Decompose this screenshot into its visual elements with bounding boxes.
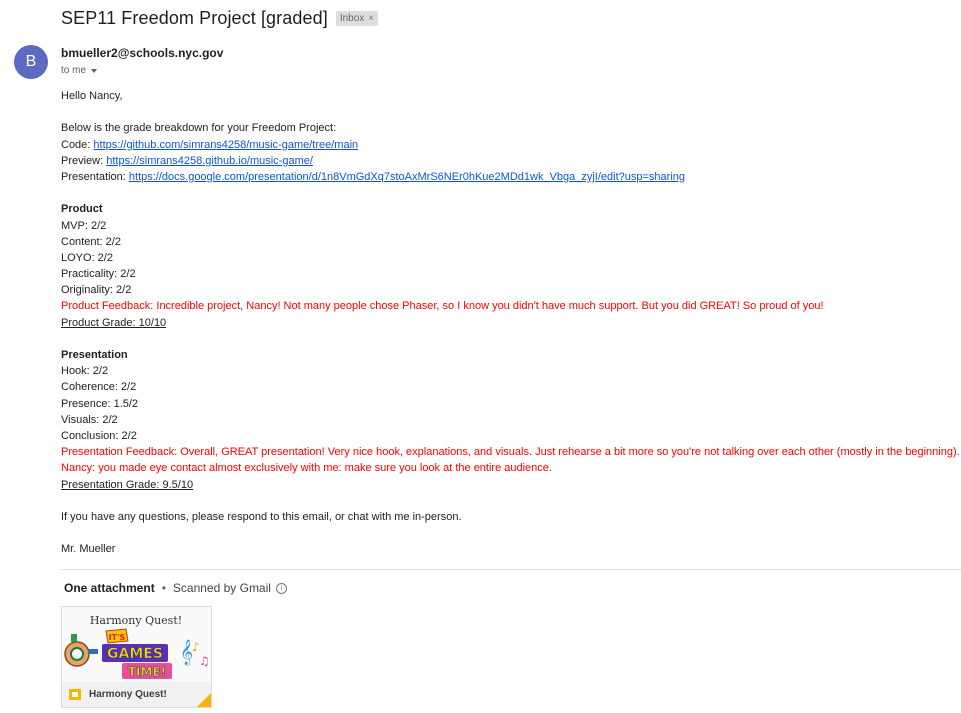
sender-address[interactable]: bmueller2@schools.nyc.gov xyxy=(61,46,223,60)
closing-text: If you have any questions, please respon… xyxy=(61,510,462,523)
product-item-mvp: MVP: 2/2 xyxy=(61,219,107,232)
preview-link[interactable]: https://simrans4258.github.io/music-game… xyxy=(106,155,313,167)
signature: Mr. Mueller xyxy=(61,543,116,556)
sender-avatar[interactable]: B xyxy=(14,45,48,79)
recipient-text: to me xyxy=(61,65,87,76)
attachment-header: One attachment • Scanned by Gmail i xyxy=(64,581,287,595)
presentation-item-coherence: Coherence: 2/2 xyxy=(61,381,137,394)
presentation-feedback-2: Nancy: you made eye contact almost exclu… xyxy=(61,462,552,475)
attachment-divider xyxy=(61,569,961,570)
presentation-link-line: Presentation: https://docs.google.com/pr… xyxy=(61,169,956,185)
inbox-label[interactable]: Inbox × xyxy=(335,11,379,26)
attachment-preview-image: Harmony Quest! IT'S GAMES TIME! 𝄞 ♪ ♫ xyxy=(62,607,211,682)
presentation-item-presence: Presence: 1.5/2 xyxy=(61,397,139,410)
product-item-content: Content: 2/2 xyxy=(61,235,121,248)
slides-icon xyxy=(69,689,81,700)
svg-text:♫: ♫ xyxy=(199,654,210,668)
presentation-heading: Presentation xyxy=(61,349,128,361)
recipient-details[interactable]: to me xyxy=(61,65,98,76)
attachment-thumbnail[interactable]: Harmony Quest! IT'S GAMES TIME! 𝄞 ♪ ♫ Ha… xyxy=(61,606,212,708)
email-subject: SEP11 Freedom Project [graded] xyxy=(61,7,328,28)
inbox-label-text: Inbox xyxy=(339,13,365,24)
game-title-art: Harmony Quest! IT'S GAMES TIME! 𝄞 ♪ ♫ xyxy=(62,607,211,682)
email-subject-row: SEP11 Freedom Project [graded] Inbox × xyxy=(61,6,379,30)
email-body: Hello Nancy, Below is the grade breakdow… xyxy=(61,88,960,557)
code-label: Code: xyxy=(61,138,91,151)
show-details-icon[interactable] xyxy=(91,68,98,73)
preview-label: Preview: xyxy=(61,154,104,167)
svg-text:♪: ♪ xyxy=(192,640,200,654)
product-grade: Product Grade: 10/10 xyxy=(61,316,167,329)
presentation-item-conclusion: Conclusion: 2/2 xyxy=(61,429,137,442)
separator-dot: • xyxy=(161,581,166,595)
attachment-footer: Harmony Quest! xyxy=(62,682,211,707)
thumb-banner-2: GAMES xyxy=(107,646,163,662)
product-item-originality: Originality: 2/2 xyxy=(61,284,132,297)
product-item-practicality: Practicality: 2/2 xyxy=(61,268,136,281)
scan-note: Scanned by Gmail xyxy=(172,581,271,595)
greeting: Hello Nancy, xyxy=(61,90,123,102)
remove-label-icon[interactable]: × xyxy=(368,13,374,24)
preview-link-line: Preview: https://simrans4258.github.io/m… xyxy=(61,153,956,169)
presentation-item-hook: Hook: 2/2 xyxy=(61,365,109,378)
thumb-banner-3: TIME! xyxy=(128,665,166,679)
folded-corner-icon xyxy=(197,693,211,707)
presentation-grade: Presentation Grade: 9.5/10 xyxy=(61,478,194,491)
presentation-item-visuals: Visuals: 2/2 xyxy=(61,413,118,426)
presentation-link[interactable]: https://docs.google.com/presentation/d/1… xyxy=(129,171,685,183)
intro-text: Below is the grade breakdown for your Fr… xyxy=(61,122,337,135)
product-feedback: Product Feedback: Incredible project, Na… xyxy=(61,300,824,313)
attachment-name: Harmony Quest! xyxy=(89,689,167,700)
product-heading: Product xyxy=(61,203,103,216)
presentation-label: Presentation: xyxy=(61,170,126,183)
attachment-count: One attachment xyxy=(64,581,155,595)
thumb-banner-1: IT'S xyxy=(109,633,126,642)
thumb-title: Harmony Quest! xyxy=(90,614,182,627)
code-link-line: Code: https://github.com/simrans4258/mus… xyxy=(61,137,956,153)
info-icon[interactable]: i xyxy=(275,582,287,594)
product-item-loyo: LOYO: 2/2 xyxy=(61,251,113,264)
presentation-feedback-1: Presentation Feedback: Overall, GREAT pr… xyxy=(61,446,960,459)
code-link[interactable]: https://github.com/simrans4258/music-gam… xyxy=(93,139,358,151)
